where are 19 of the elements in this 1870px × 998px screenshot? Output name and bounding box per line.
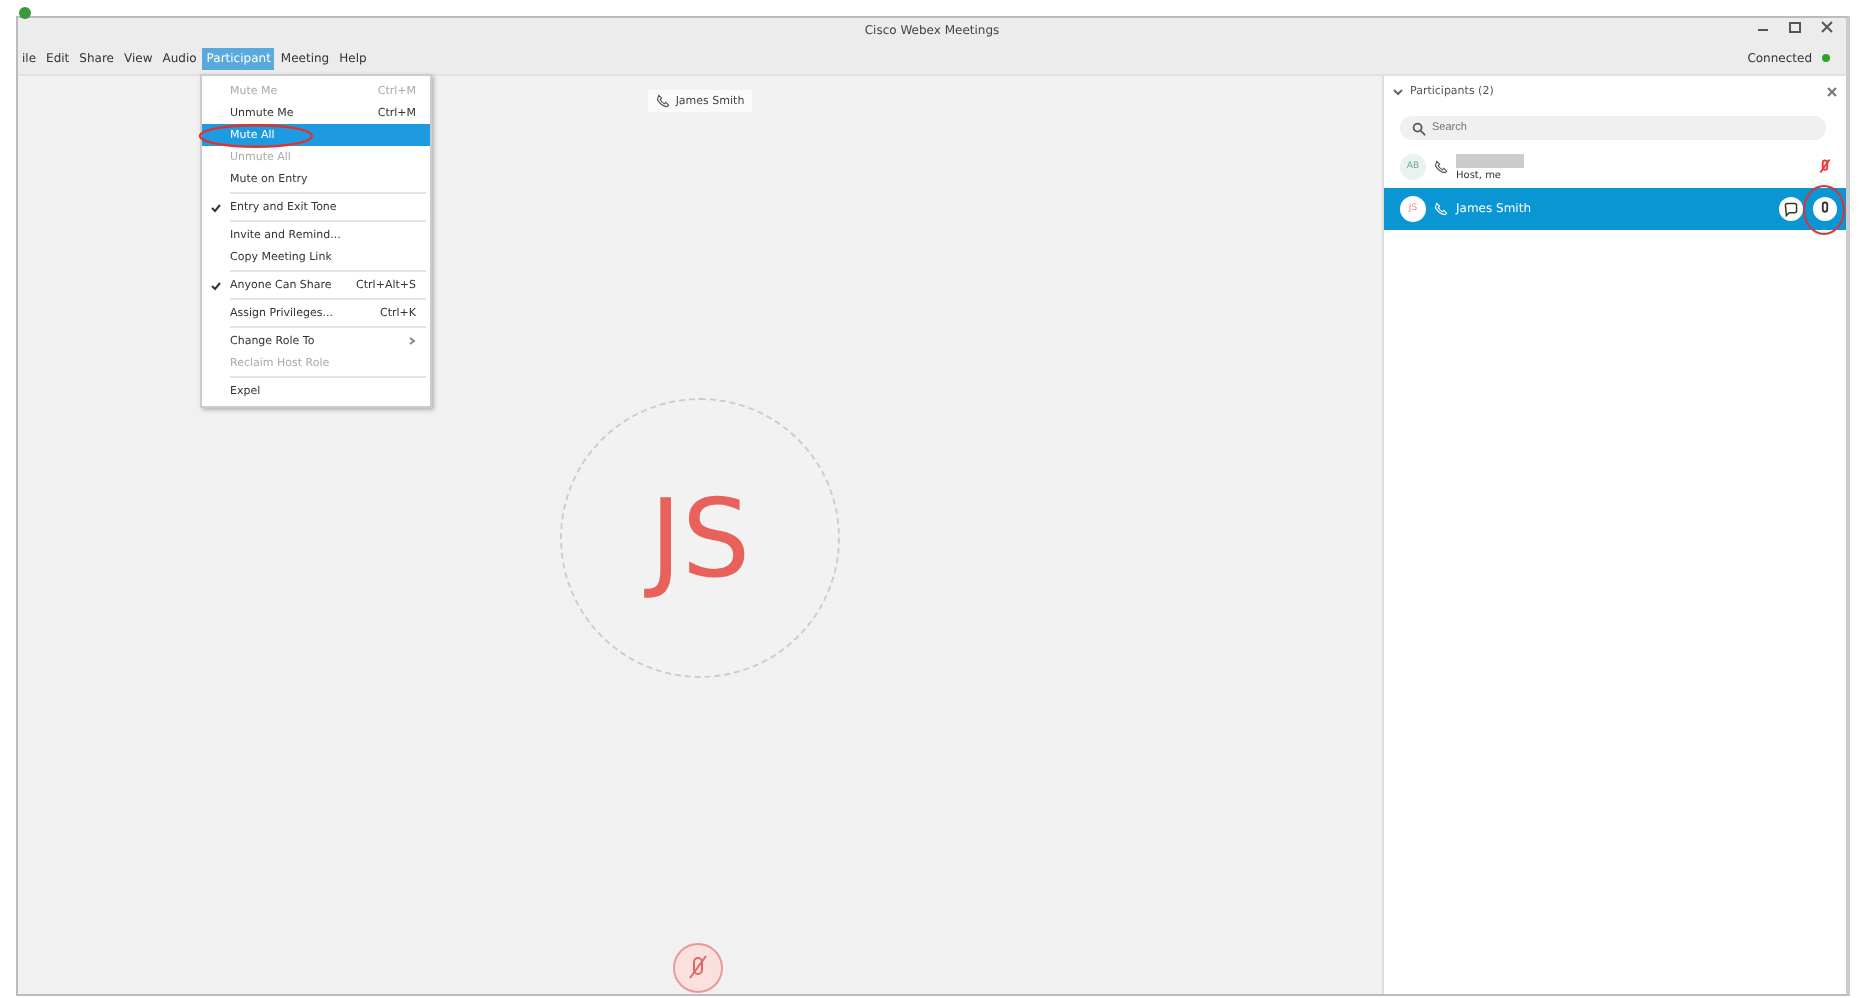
checkmark-icon — [210, 201, 222, 213]
highlight-ellipse — [1802, 184, 1846, 236]
checkmark-icon — [210, 279, 222, 291]
close-icon[interactable] — [1826, 86, 1838, 98]
collapse-icon[interactable] — [1392, 86, 1404, 98]
phone-icon — [655, 94, 670, 108]
chat-icon[interactable] — [1778, 196, 1804, 222]
search-icon — [1412, 121, 1426, 135]
blurred-name — [1456, 153, 1524, 167]
mute-button[interactable] — [672, 942, 724, 994]
microphone-icon[interactable] — [1812, 196, 1838, 222]
highlight-ellipse — [198, 124, 314, 148]
phone-icon — [1434, 160, 1448, 174]
phone-icon — [1434, 202, 1448, 216]
avatar: JS — [560, 398, 840, 678]
restore-icon[interactable] — [1788, 20, 1802, 34]
close-icon[interactable] — [1820, 20, 1834, 34]
status-dot-icon — [1822, 54, 1830, 62]
app-icon — [18, 6, 32, 20]
